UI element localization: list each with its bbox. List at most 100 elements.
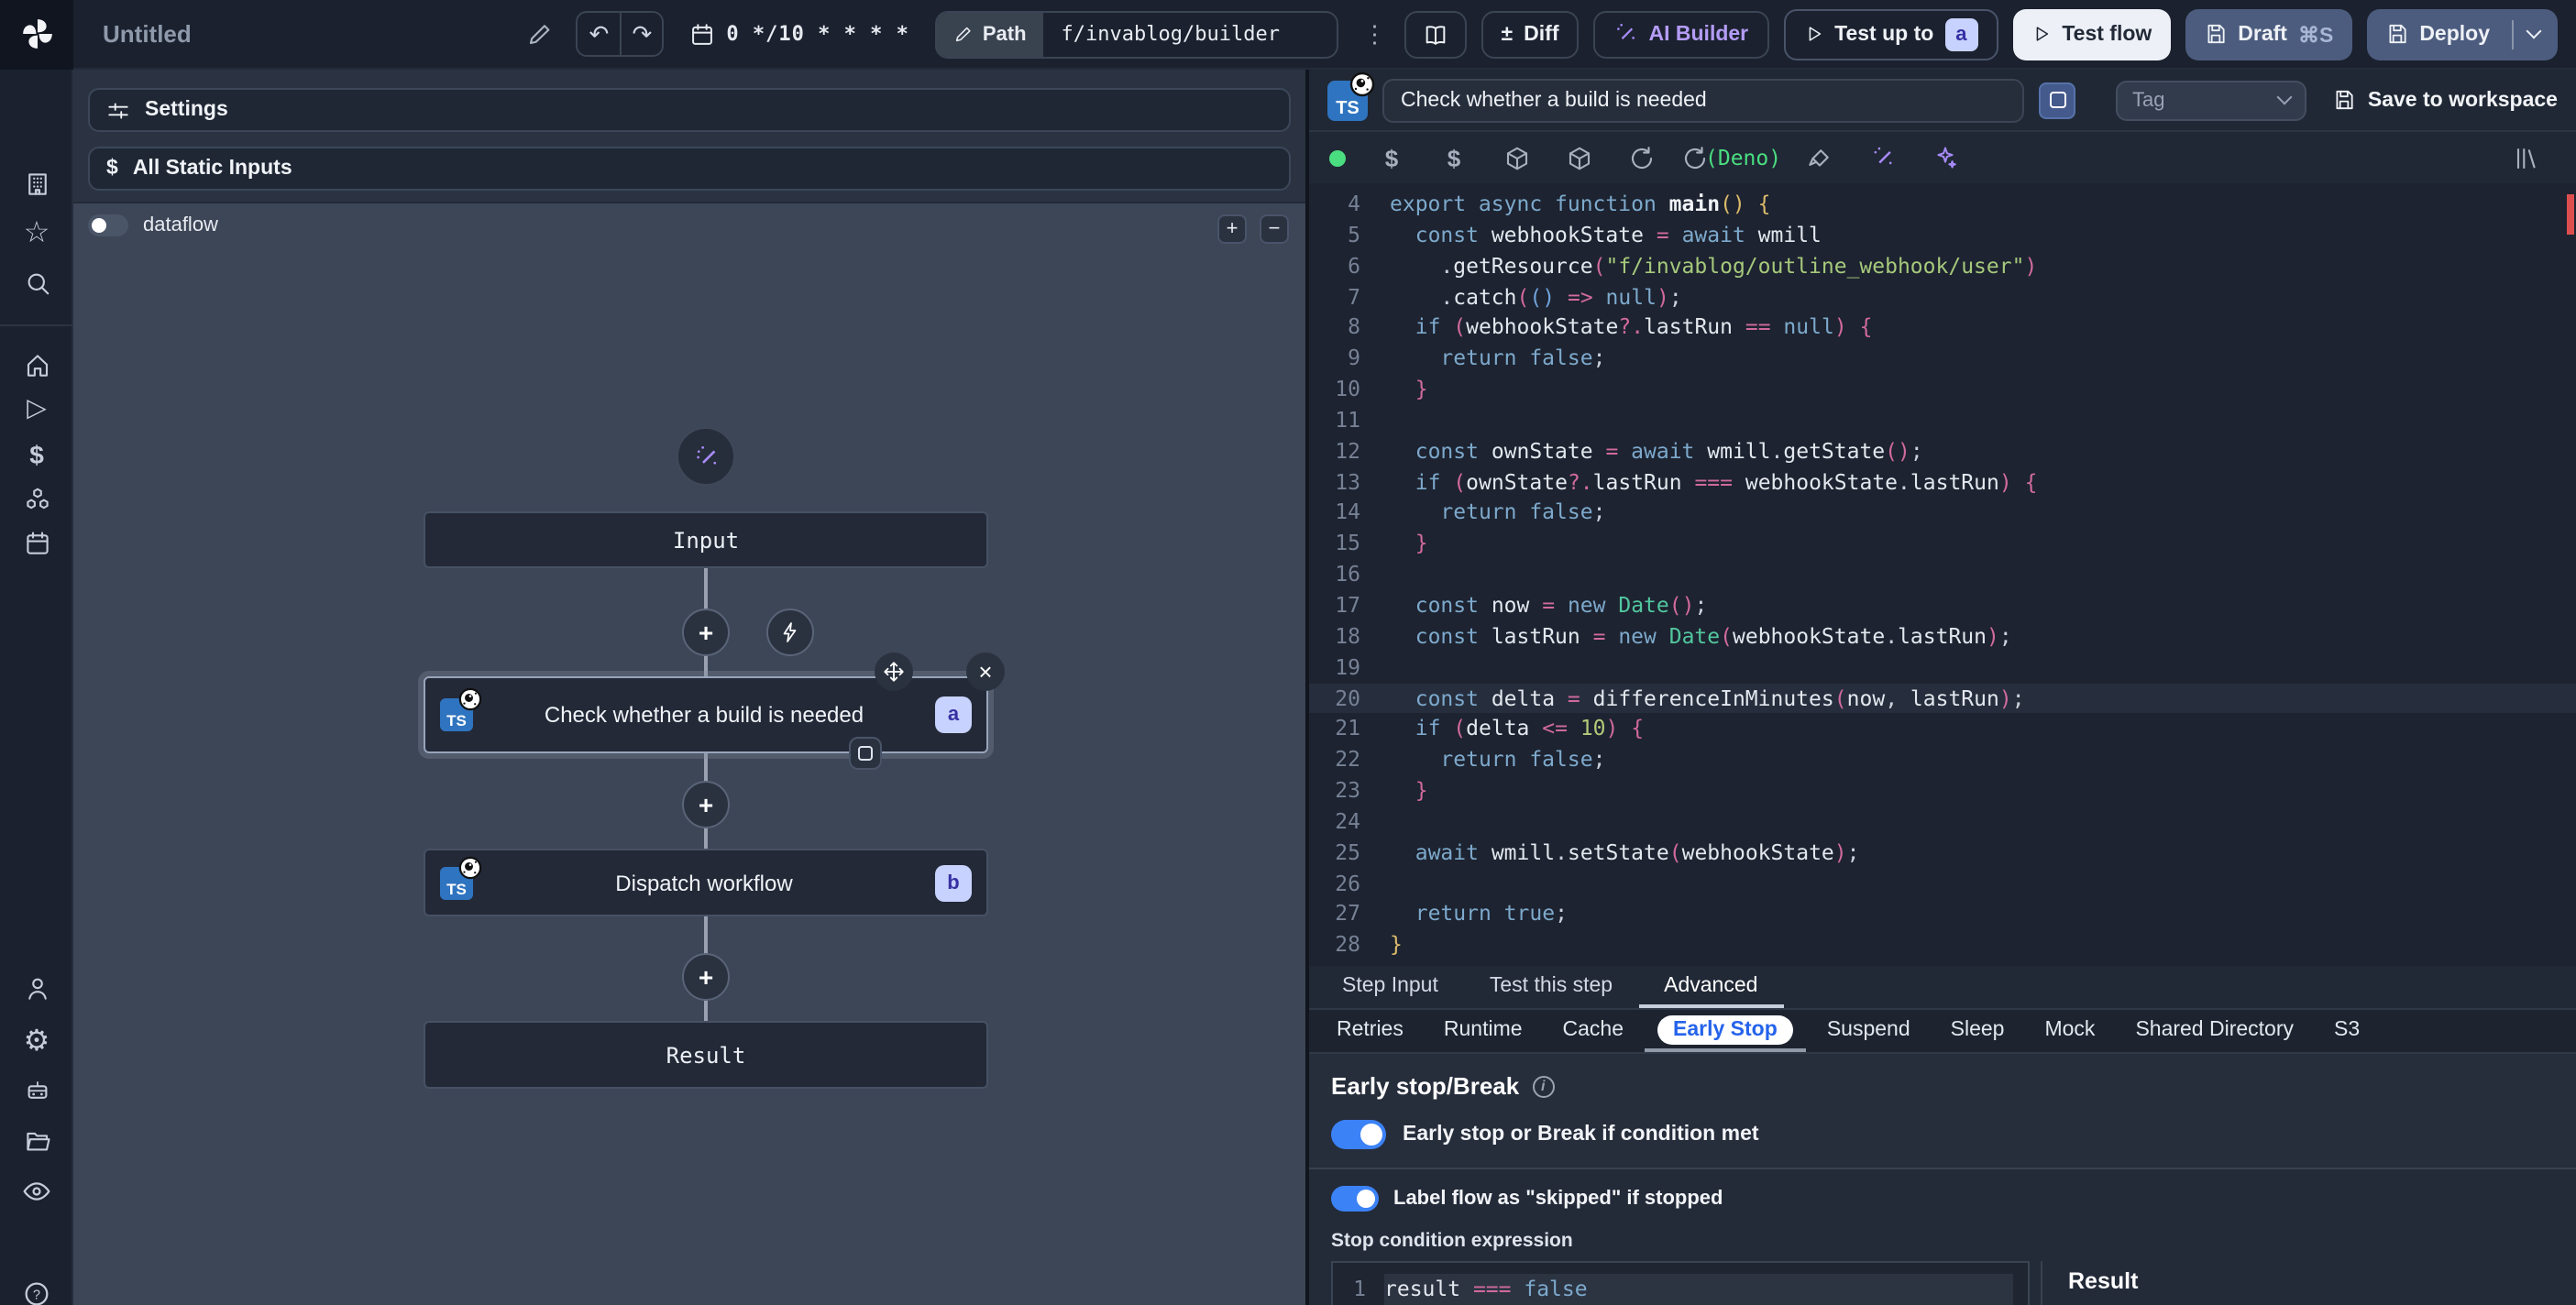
subtab-shared-directory[interactable]: Shared Directory (2115, 1010, 2314, 1052)
help-icon[interactable]: ? (0, 1274, 73, 1305)
code-line-4[interactable]: 4 export async function main() { (1309, 189, 2576, 220)
ai-flow-button[interactable] (677, 427, 735, 486)
subtab-mock[interactable]: Mock (2024, 1010, 2115, 1052)
search-icon[interactable] (0, 262, 73, 302)
code-line-23[interactable]: 23 } (1309, 775, 2576, 806)
test-up-to-button[interactable]: Test up to a (1783, 8, 1998, 60)
code-line-19[interactable]: 19 (1309, 652, 2576, 683)
path-label-segment[interactable]: Path (936, 12, 1043, 56)
node-dispatch-workflow[interactable]: TS Dispatch workflow b (424, 849, 988, 916)
deploy-button[interactable]: Deploy (2366, 8, 2558, 60)
code-line-14[interactable]: 14 return false; (1309, 498, 2576, 529)
more-options-button[interactable]: ⋮ (1360, 19, 1390, 49)
subtab-early-stop[interactable]: Early Stop (1644, 1010, 1807, 1052)
code-line-20[interactable]: 20 const delta = differenceInMinutes(now… (1309, 683, 2576, 714)
code-line-16[interactable]: 16 (1309, 559, 2576, 590)
add-step-button-2[interactable]: + (682, 781, 730, 828)
path-input[interactable] (1061, 22, 1318, 46)
add-step-button-3[interactable]: + (682, 953, 730, 1001)
code-line-27[interactable]: 27 return true; (1309, 899, 2576, 930)
info-icon[interactable]: i (1532, 1075, 1555, 1097)
early-stop-indicator-button[interactable] (849, 737, 882, 770)
resources-icon[interactable] (0, 478, 73, 519)
favorites-icon[interactable]: ☆ (0, 213, 73, 253)
code-line-21[interactable]: 21 if (delta <= 10) { (1309, 714, 2576, 745)
schedules-icon[interactable] (0, 522, 73, 563)
workers-icon[interactable] (0, 1069, 73, 1109)
stop-after-step-button[interactable] (2039, 82, 2075, 118)
home-icon[interactable] (0, 345, 73, 385)
node-result[interactable]: Result (424, 1021, 988, 1089)
stop-condition-expression[interactable]: result === false (1384, 1274, 2013, 1305)
all-static-inputs-button[interactable]: $ All Static Inputs (88, 147, 1291, 191)
dataflow-toggle[interactable] (88, 214, 128, 236)
zoom-in-button[interactable]: + (1217, 214, 1247, 244)
code-line-17[interactable]: 17 const now = new Date(); (1309, 590, 2576, 621)
runs-icon[interactable]: ▷ (0, 387, 73, 427)
windmill-logo[interactable] (0, 0, 73, 69)
code-editor[interactable]: 4 export async function main() {5 const w… (1309, 183, 2576, 966)
code-line-13[interactable]: 13 if (ownState?.lastRun === webhookStat… (1309, 466, 2576, 498)
code-line-10[interactable]: 10 } (1309, 374, 2576, 405)
code-line-12[interactable]: 12 const ownState = await wmill.getState… (1309, 436, 2576, 467)
users-icon[interactable] (0, 968, 73, 1008)
code-line-26[interactable]: 26 (1309, 868, 2576, 899)
code-line-25[interactable]: 25 await wmill.setState(webhookState); (1309, 837, 2576, 868)
code-line-11[interactable]: 11 (1309, 405, 2576, 436)
tab-step-input[interactable]: Step Input (1316, 966, 1464, 1008)
edit-title-button[interactable] (517, 12, 561, 56)
docs-button[interactable] (1404, 10, 1467, 58)
subtab-s3[interactable]: S3 (2314, 1010, 2380, 1052)
code-line-28[interactable]: 28} (1309, 930, 2576, 961)
undo-button[interactable]: ↶ (578, 13, 620, 55)
zoom-out-button[interactable]: − (1260, 214, 1289, 244)
add-trigger-button[interactable] (766, 609, 814, 656)
tab-advanced[interactable]: Advanced (1638, 966, 1784, 1008)
variables-icon[interactable]: $ (0, 434, 73, 475)
flow-canvas[interactable]: dataflow + − Input + TS Check whether a … (73, 203, 1305, 1305)
workspace-icon[interactable] (0, 163, 73, 203)
chevron-down-icon[interactable] (2526, 23, 2542, 39)
flow-settings-button[interactable]: Settings (88, 88, 1291, 132)
subtab-sleep[interactable]: Sleep (1931, 1010, 2025, 1052)
delete-node-button[interactable]: × (966, 652, 1005, 691)
ai-builder-button[interactable]: AI Builder (1593, 10, 1769, 58)
code-line-8[interactable]: 8 if (webhookState?.lastRun == null) { (1309, 313, 2576, 344)
diff-button[interactable]: ± Diff (1481, 10, 1580, 58)
ai-wand-icon[interactable] (1851, 132, 1913, 183)
resource-picker-button[interactable]: $ (1423, 132, 1485, 183)
subtab-runtime[interactable]: Runtime (1424, 1010, 1543, 1052)
subtab-retries[interactable]: Retries (1316, 1010, 1424, 1052)
redo-button[interactable]: ↷ (620, 13, 662, 55)
subtab-cache[interactable]: Cache (1543, 1010, 1645, 1052)
step-title-input[interactable] (1382, 78, 2024, 122)
package-icon[interactable] (1547, 132, 1610, 183)
reload-icon[interactable] (1610, 132, 1672, 183)
code-line-24[interactable]: 24 (1309, 806, 2576, 838)
early-stop-toggle[interactable] (1331, 1120, 1386, 1149)
code-line-18[interactable]: 18 const lastRun = new Date(webhookState… (1309, 621, 2576, 652)
code-line-22[interactable]: 22 return false; (1309, 744, 2576, 775)
stop-condition-editor[interactable]: 1 result === false (1331, 1261, 2030, 1305)
label-skipped-toggle[interactable] (1331, 1186, 1379, 1212)
schedule-button[interactable]: 0 */10 * * * * (689, 21, 908, 47)
code-line-5[interactable]: 5 const webhookState = await wmill (1309, 220, 2576, 251)
ai-sparkles-icon[interactable] (1913, 132, 1976, 183)
draft-button[interactable]: Draft ⌘S (2185, 8, 2352, 60)
node-input[interactable]: Input (424, 511, 988, 568)
code-line-7[interactable]: 7 .catch(() => null); (1309, 281, 2576, 313)
folders-icon[interactable] (0, 1120, 73, 1160)
format-brush-icon[interactable] (1789, 132, 1851, 183)
save-to-workspace-button[interactable]: Save to workspace (2333, 88, 2558, 112)
move-node-button[interactable] (875, 652, 913, 691)
add-step-button-1[interactable]: + (682, 609, 730, 656)
code-line-15[interactable]: 15 } (1309, 529, 2576, 560)
settings-icon[interactable]: ⚙ (0, 1021, 73, 1061)
variable-picker-button[interactable]: $ (1360, 132, 1423, 183)
package-icon[interactable] (1485, 132, 1547, 183)
tag-select[interactable]: Tag (2116, 80, 2306, 120)
test-flow-button[interactable]: Test flow (2012, 8, 2171, 60)
library-icon[interactable] (2495, 132, 2558, 183)
audit-logs-icon[interactable] (0, 1171, 73, 1212)
tab-test-this-step[interactable]: Test this step (1464, 966, 1638, 1008)
